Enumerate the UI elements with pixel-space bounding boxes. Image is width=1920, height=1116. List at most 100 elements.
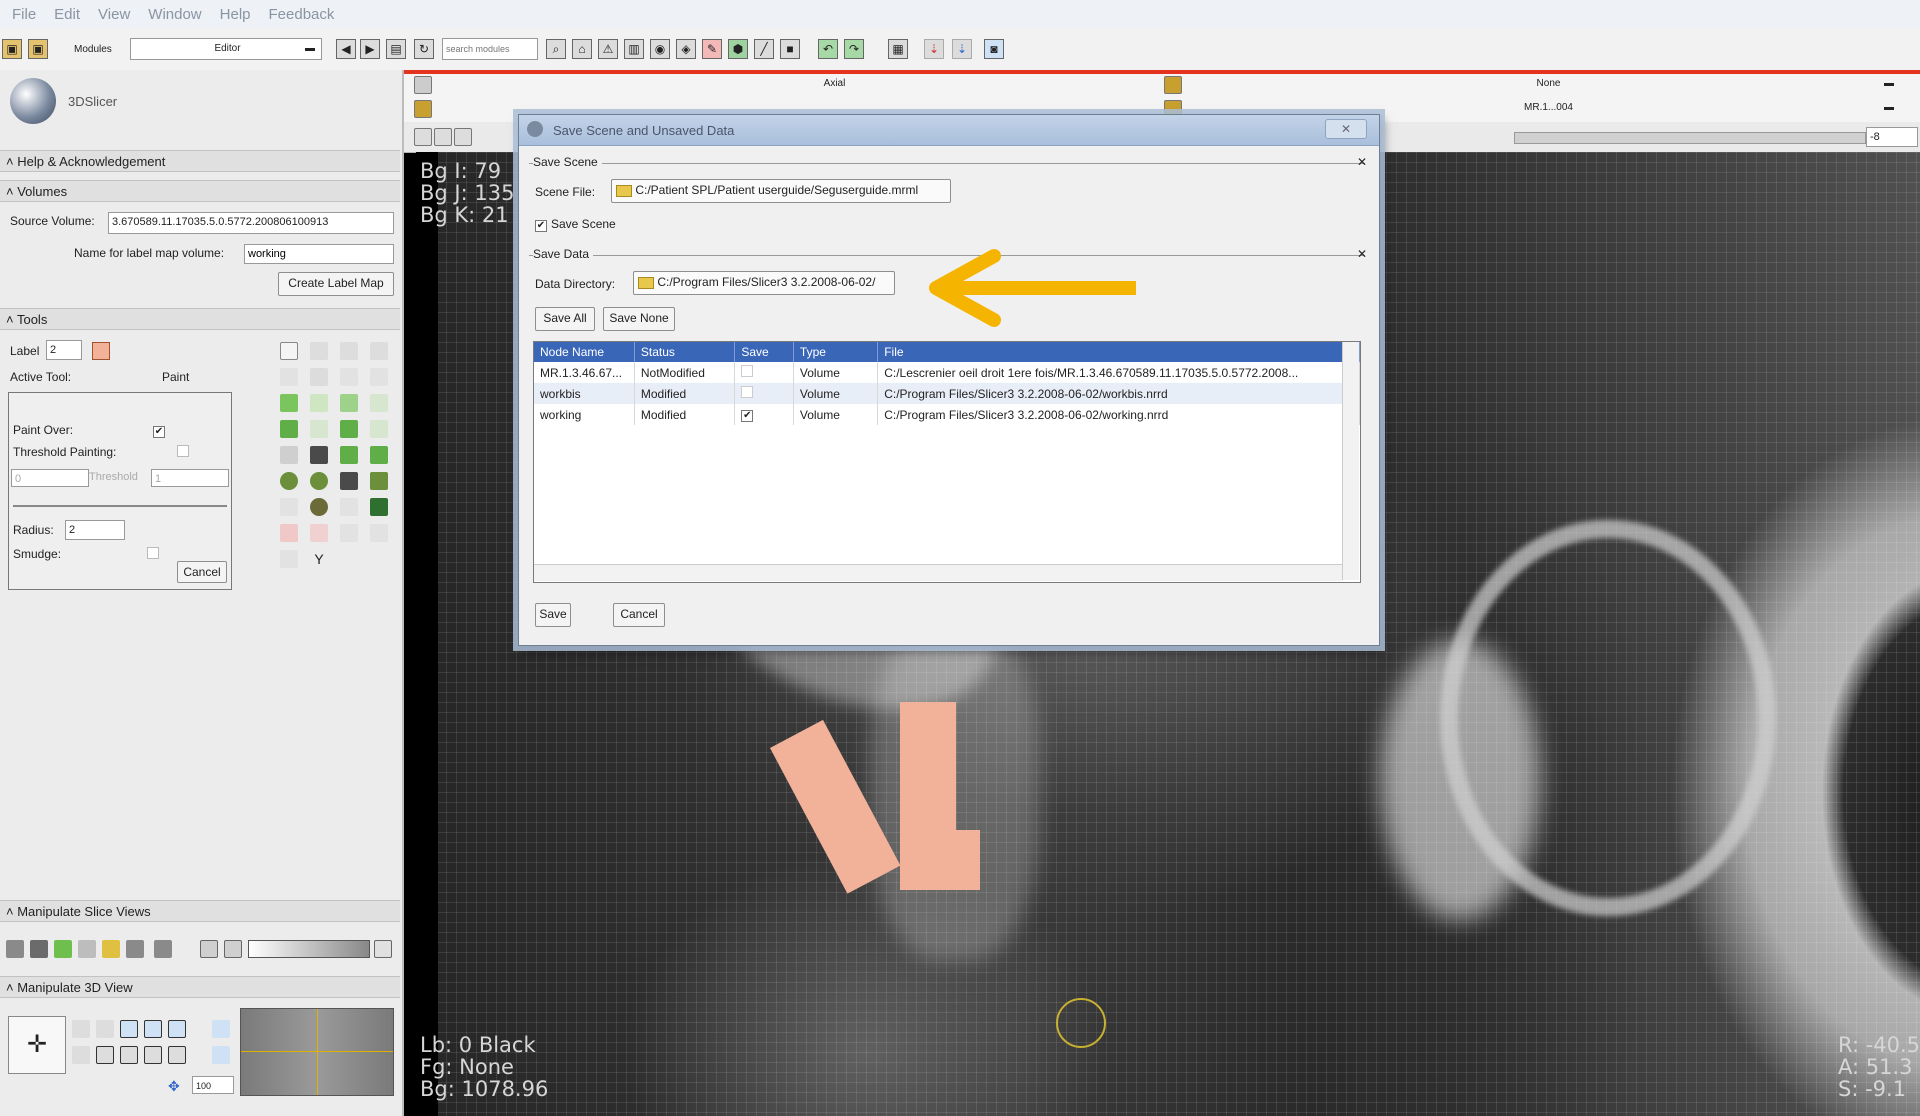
remove-island-icon[interactable]	[310, 368, 328, 386]
hourglass-icon[interactable]	[340, 472, 358, 490]
scene-file-button[interactable]: C:/Patient SPL/Patient userguide/Seguser…	[611, 179, 951, 203]
default-tool-icon[interactable]	[280, 342, 298, 360]
module-selector[interactable]: Editor ▬	[130, 38, 322, 60]
labelmap-name-input[interactable]	[244, 244, 394, 264]
undo-icon[interactable]: ↶	[818, 39, 838, 59]
section-help[interactable]: ˄ Help & Acknowledgement	[0, 150, 400, 172]
wand-icon[interactable]	[310, 420, 328, 438]
measure-tool-icon[interactable]	[280, 550, 298, 568]
layout-icon[interactable]: ▦	[888, 39, 908, 59]
view-left-icon[interactable]	[120, 1020, 138, 1038]
slice-link-icon[interactable]	[200, 940, 218, 958]
cell-save[interactable]	[734, 362, 794, 383]
color-icon[interactable]: ■	[780, 39, 800, 59]
module-search-input[interactable]	[442, 38, 538, 60]
transforms-icon[interactable]: ⬢	[728, 39, 748, 59]
column-status[interactable]: Status	[634, 342, 736, 362]
radius-spinbox[interactable]: 2	[65, 520, 125, 540]
slice-opacity-slider[interactable]	[248, 940, 370, 958]
prev-module-icon[interactable]: ◀	[336, 39, 356, 59]
view-zoom-icon[interactable]	[96, 1046, 114, 1064]
slice-green-icon[interactable]	[54, 940, 72, 958]
slice-visibility-icon[interactable]	[414, 128, 432, 146]
save-island-icon[interactable]	[340, 368, 358, 386]
view-spin-icon[interactable]	[96, 1020, 114, 1038]
cell-save[interactable]	[734, 383, 794, 404]
table-scrollbar[interactable]	[1342, 342, 1359, 580]
dialog-title-bar[interactable]: Save Scene and Unsaved Data ✕	[519, 115, 1379, 146]
fast-marching-icon[interactable]	[310, 472, 328, 490]
bg-link-icon[interactable]	[414, 100, 432, 118]
snapshot-tool-icon[interactable]	[310, 342, 328, 360]
swap-label-icon[interactable]	[310, 524, 328, 542]
bucket-icon[interactable]	[310, 498, 328, 516]
slice-grid-icon[interactable]	[78, 940, 96, 958]
slice-offset-input[interactable]: -8	[1866, 127, 1918, 147]
save-scene-collapse-icon[interactable]: ✕	[1357, 155, 1367, 169]
threshold-slider[interactable]	[13, 493, 227, 507]
erode-icon[interactable]	[280, 446, 298, 464]
save-scene-checkbox[interactable]: ✔	[535, 217, 547, 232]
menu-feedback[interactable]: Feedback	[269, 6, 335, 23]
crosshair-icon[interactable]: ⇣	[924, 39, 944, 59]
fiducials-icon[interactable]: ◈	[676, 39, 696, 59]
cell-save[interactable]: ✔	[734, 404, 794, 425]
threshold-max-input[interactable]: 1	[151, 469, 229, 487]
navigation-thumbnail[interactable]	[240, 1008, 394, 1096]
column-file[interactable]: File	[877, 342, 1360, 362]
section-slice-views[interactable]: ˄ Manipulate Slice Views	[0, 900, 400, 922]
filter-icon[interactable]: Y	[310, 550, 328, 568]
grow-cut-icon[interactable]	[370, 446, 388, 464]
slice-crosshair-icon[interactable]	[126, 940, 144, 958]
view-superior-icon[interactable]	[168, 1020, 186, 1038]
table-row[interactable]: MR.1.3.46.67... NotModified Volume C:/Le…	[534, 362, 1360, 383]
axes-navigation-icon[interactable]: ✛	[8, 1016, 66, 1074]
previous-label-icon[interactable]	[340, 342, 358, 360]
search-icon[interactable]: ⌕	[546, 39, 566, 59]
slice-filter-icon[interactable]	[454, 128, 472, 146]
zoom-input[interactable]: 100	[192, 1076, 234, 1094]
identify-island-icon[interactable]	[370, 368, 388, 386]
pick-label-icon[interactable]	[340, 524, 358, 542]
save-none-button[interactable]: Save None	[603, 307, 675, 331]
view-layout-icon[interactable]	[212, 1046, 230, 1064]
menu-help[interactable]: Help	[220, 6, 251, 23]
source-volume-selector[interactable]: 3.670589.11.17035.5.0.5772.200806100913	[108, 212, 394, 234]
screenshot-icon[interactable]: ◙	[984, 39, 1004, 59]
module-history-icon[interactable]: ▤	[386, 39, 406, 59]
move-icon[interactable]	[280, 472, 298, 490]
dialog-close-icon[interactable]: ✕	[1325, 119, 1367, 139]
slice-offset-slider[interactable]	[1514, 132, 1866, 144]
redo-icon[interactable]: ↷	[844, 39, 864, 59]
refresh-icon[interactable]: ↻	[414, 39, 434, 59]
island-effect-icon[interactable]	[370, 498, 388, 516]
fg-selector[interactable]: None ▬	[1194, 75, 1900, 95]
watershed-icon[interactable]	[370, 472, 388, 490]
threshold-min-input[interactable]: 0	[11, 469, 89, 487]
section-3d-view[interactable]: ˄ Manipulate 3D View	[0, 976, 400, 998]
view-pan-icon[interactable]	[72, 1046, 90, 1064]
view-anterior-icon[interactable]	[144, 1020, 162, 1038]
view-stereo-icon[interactable]	[212, 1020, 230, 1038]
label-color-swatch[interactable]	[92, 342, 110, 360]
slice-fov-icon[interactable]	[224, 940, 242, 958]
load-scene-icon[interactable]: ▣	[2, 39, 22, 59]
view-zoom-in-icon[interactable]	[168, 1046, 186, 1064]
save-data-collapse-icon[interactable]: ✕	[1357, 247, 1367, 261]
paint-tool-icon[interactable]	[280, 394, 298, 412]
slice-reset-icon[interactable]	[374, 940, 392, 958]
dialog-cancel-button[interactable]: Cancel	[613, 603, 665, 627]
smudge-checkbox[interactable]	[147, 547, 159, 562]
label-effect-icon[interactable]	[280, 498, 298, 516]
view-record-icon[interactable]	[120, 1046, 138, 1064]
view-rotate-icon[interactable]	[72, 1020, 90, 1038]
orientation-selector[interactable]: Axial▬	[438, 75, 1228, 95]
editor-icon[interactable]: ✎	[702, 39, 722, 59]
dialog-save-button[interactable]: Save	[535, 603, 571, 627]
pin-icon[interactable]	[414, 76, 432, 94]
image-erase-icon[interactable]	[370, 394, 388, 412]
data-directory-button[interactable]: C:/Program Files/Slicer3 3.2.2008-06-02/	[633, 271, 895, 295]
column-node-name[interactable]: Node Name	[534, 342, 635, 362]
table-h-scrollbar[interactable]	[534, 564, 1342, 581]
column-type[interactable]: Type	[793, 342, 879, 362]
